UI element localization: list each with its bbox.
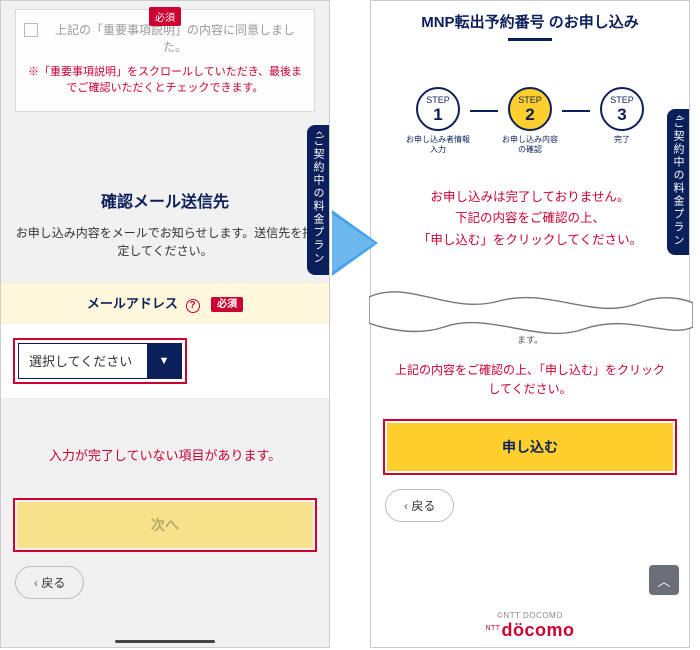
right-screenshot: MNP転出予約番号 のお申し込み STEP1 お申し込み者情報入力 STEP2 … [370,0,690,648]
copyright: ©NTT DOCOMO [371,611,689,620]
arrow-icon [332,210,378,276]
next-button-highlight: 次へ [13,498,317,552]
title-underline [508,38,552,41]
incomplete-warning: 入力が完了していない項目があります。 [1,445,329,464]
footer: ©NTT DOCOMO NTTdöcomo [371,611,689,641]
required-badge: 必須 [149,7,181,26]
chevron-up-icon: ︿ [657,571,670,590]
step-1-label: お申し込み者情報入力 [406,135,470,163]
plan-side-tab[interactable]: ご契約中の料金プラン [667,109,689,255]
page-title: MNP転出予約番号 のお申し込み [371,11,689,32]
home-indicator [115,640,215,643]
plan-side-tab[interactable]: ご契約中の料金プラン [307,125,329,275]
docomo-logo: NTTdöcomo [371,620,689,641]
mail-section-sub: お申し込み内容をメールでお知らせします。送信先を指定してください。 [15,224,315,260]
confirm-note: 上記の内容をご確認の上、「申し込む」をクリックしてください。 [389,361,671,399]
next-button[interactable]: 次へ [17,502,313,548]
chevron-down-icon: ▼ [147,344,181,378]
step-2-active: STEP2 [508,87,552,131]
left-screenshot: 必須 上記の「重要事項説明」の内容に同意しました。 ※「重要事項説明」をスクロー… [0,0,330,648]
consent-label: 上記の「重要事項説明」の内容に同意しました。 [44,22,306,56]
consent-checkbox[interactable] [24,23,38,37]
scroll-top-button[interactable]: ︿ [649,565,679,595]
step-3-label: 完了 [614,135,630,163]
mail-select[interactable]: 選択してください ▼ [18,343,182,379]
apply-button[interactable]: 申し込む [387,423,673,471]
consent-scroll-note: ※「重要事項説明」をスクロールしていただき、最後までご確認いただくとチェックでき… [24,64,306,97]
mail-address-label: メールアドレス [87,296,178,311]
mail-section-title: 確認メール送信先 [1,188,329,212]
back-button[interactable]: 戻る [15,566,84,599]
back-button[interactable]: 戻る [385,489,454,522]
required-badge: 必須 [211,297,243,312]
mail-select-wrap: 選択してください ▼ [1,324,329,399]
step-3: STEP3 [600,87,644,131]
mail-select-highlight: 選択してください ▼ [13,338,187,384]
not-complete-warning: お申し込みは完了しておりません。下記の内容をご確認の上、「申し込む」をクリックし… [389,187,671,251]
mail-address-header: メールアドレス ? 必須 [1,282,329,324]
mail-select-value: 選択してください [19,351,147,370]
consent-box: 必須 上記の「重要事項説明」の内容に同意しました。 ※「重要事項説明」をスクロー… [15,9,315,112]
help-icon[interactable]: ? [186,299,200,313]
truncated-text: ます。 [371,333,689,346]
step-1: STEP1 [416,87,460,131]
apply-button-highlight: 申し込む [383,419,677,475]
step-2-label: お申し込み内容の確認 [502,135,558,163]
step-progress: STEP1 お申し込み者情報入力 STEP2 お申し込み内容の確認 STEP3 … [371,87,689,163]
